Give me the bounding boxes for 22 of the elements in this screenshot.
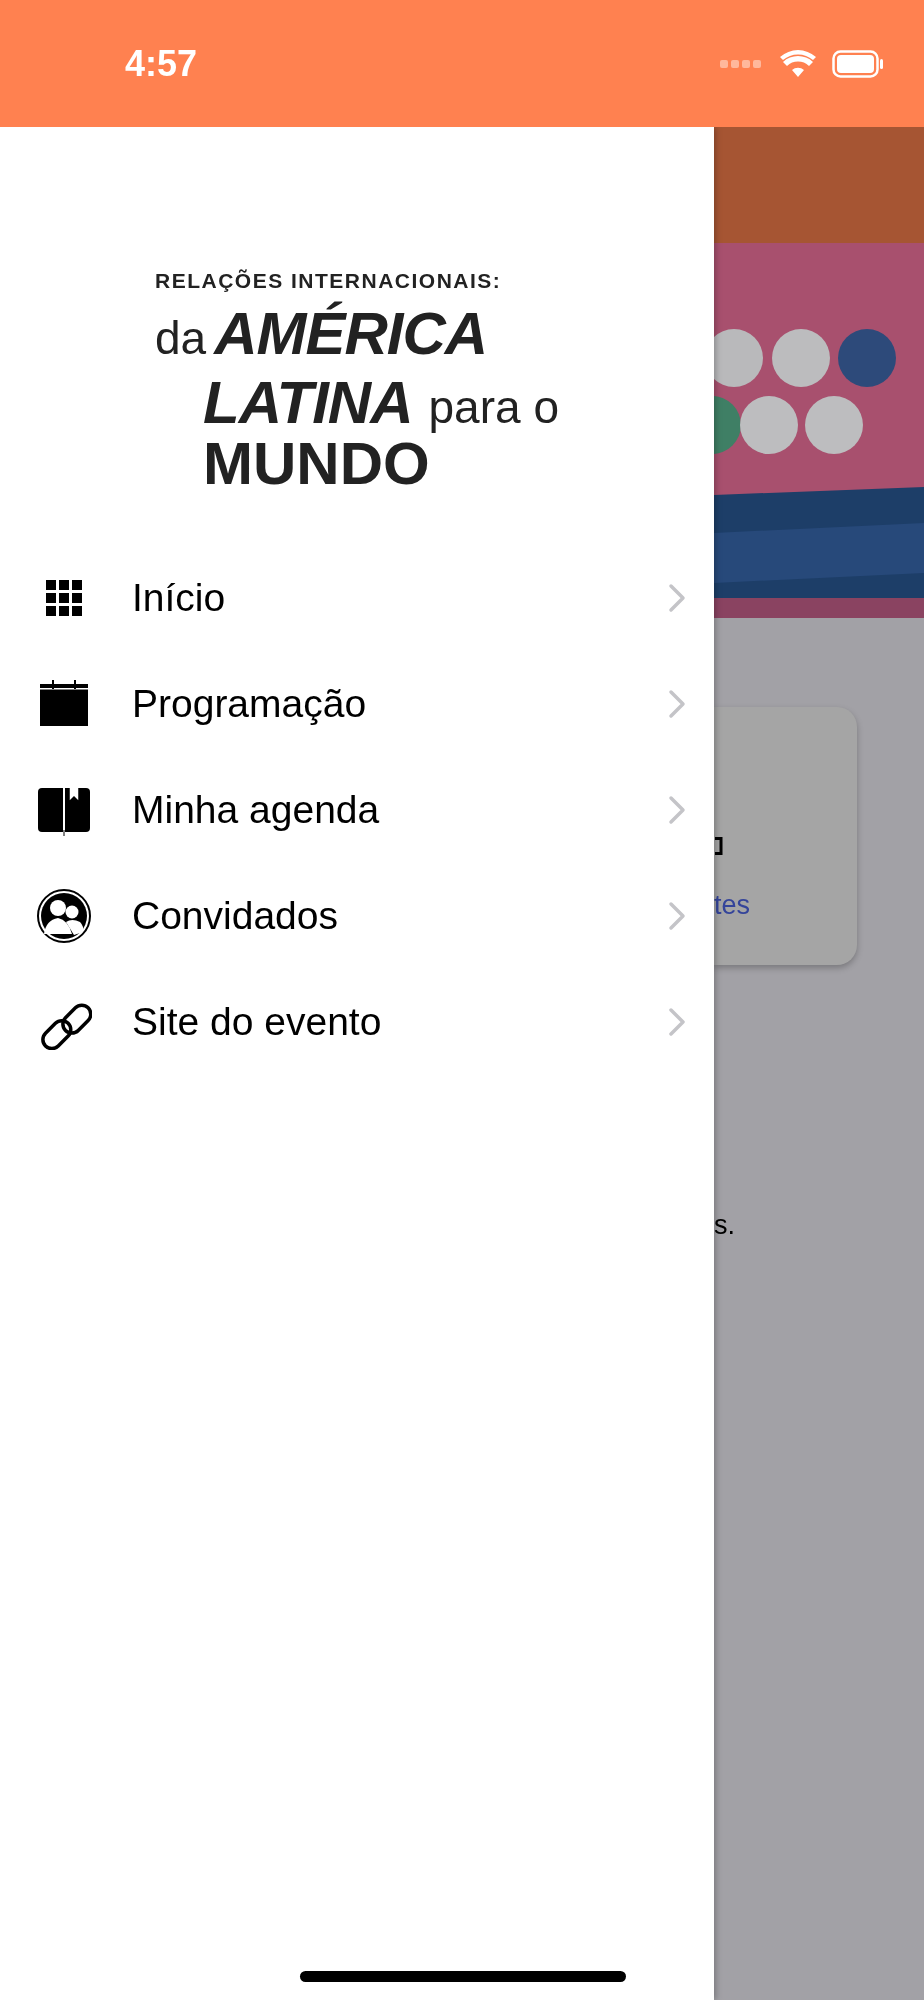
- chevron-icon: [668, 583, 686, 613]
- battery-icon: [832, 49, 884, 78]
- wifi-icon: [780, 49, 816, 78]
- logo-text: AMÉRICA: [214, 298, 489, 368]
- logo-text: MUNDO: [203, 436, 431, 491]
- chevron-icon: [668, 901, 686, 931]
- body-text: s.: [714, 1209, 736, 1242]
- chevron-icon: [668, 689, 686, 719]
- menu-item[interactable]: Convidados: [0, 863, 714, 969]
- chevron-icon: [668, 1007, 686, 1037]
- link[interactable]: tes: [714, 884, 857, 925]
- menu-item[interactable]: Minha agenda: [0, 757, 714, 863]
- status-time: 4:57: [125, 41, 198, 86]
- menu-item[interactable]: Site do evento: [0, 969, 714, 1075]
- logo-text: LATINA: [203, 367, 414, 437]
- menu-item[interactable]: Início: [0, 545, 714, 651]
- signal-icon: [720, 58, 764, 69]
- logo-text: da: [155, 317, 207, 360]
- bracket-icon: [715, 836, 723, 855]
- people-icon: [36, 888, 92, 944]
- menu-item[interactable]: Programação: [0, 651, 714, 757]
- chevron-icon: [668, 795, 686, 825]
